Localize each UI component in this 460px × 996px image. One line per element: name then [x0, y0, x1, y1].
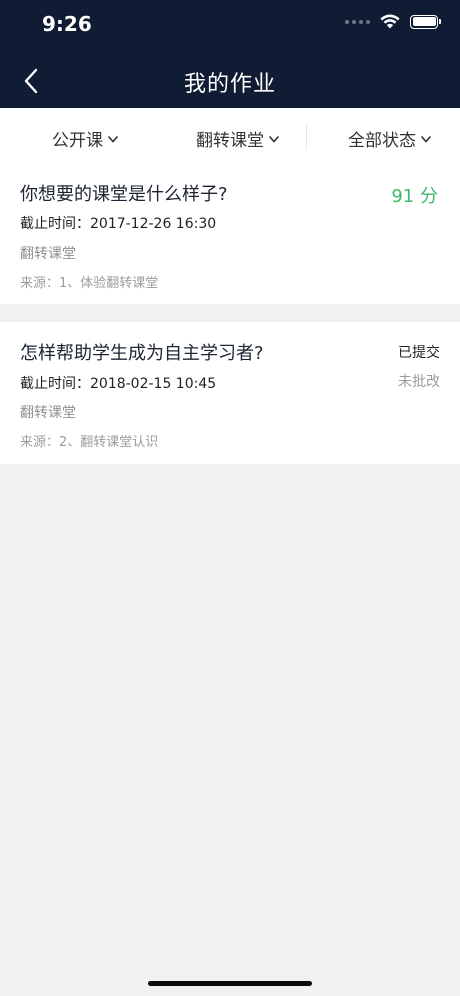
status-time: 9:26: [42, 12, 92, 36]
filter-label: 全部状态: [348, 131, 416, 151]
filter-course[interactable]: 翻转课堂: [196, 126, 280, 151]
battery-icon: [410, 14, 441, 29]
filter-status[interactable]: 全部状态: [348, 126, 432, 151]
assignment-card[interactable]: 你想要的课堂是什么样子? 91 分 截止时间：2017-12-26 16:30 …: [0, 166, 460, 304]
filter-course-type[interactable]: 公开课: [52, 126, 119, 151]
assignment-source: 来源：1、体验翻转课堂: [20, 276, 159, 291]
assignment-deadline: 截止时间：2018-02-15 10:45: [20, 376, 217, 392]
assignment-course: 翻转课堂: [20, 246, 76, 262]
filter-label: 公开课: [52, 131, 103, 151]
assignment-card[interactable]: 怎样帮助学生成为自主学习者? 已提交 未批改 截止时间：2018-02-15 1…: [0, 322, 460, 464]
score-badge: 91 分: [391, 186, 438, 207]
chevron-down-icon: [107, 135, 119, 143]
assignment-deadline: 截止时间：2017-12-26 16:30: [20, 216, 217, 232]
chevron-down-icon: [420, 135, 432, 143]
status-badge: 已提交: [398, 345, 440, 361]
filter-bar: 公开课 翻转课堂 全部状态: [0, 108, 460, 166]
assignment-title: 怎样帮助学生成为自主学习者?: [20, 343, 264, 364]
page-title: 我的作业: [183, 72, 276, 97]
filter-divider: [306, 124, 307, 150]
top-bar: 9:26 我的作业: [0, 0, 460, 108]
grading-status: 未批改: [398, 374, 440, 390]
assignment-course: 翻转课堂: [20, 405, 76, 421]
status-icons: [345, 14, 441, 29]
chevron-down-icon: [268, 135, 280, 143]
wifi-icon: [380, 14, 400, 29]
assignment-title: 你想要的课堂是什么样子?: [20, 184, 228, 205]
filter-label: 翻转课堂: [196, 131, 264, 151]
home-indicator: [148, 981, 312, 986]
assignment-source: 来源：2、翻转课堂认识: [20, 435, 159, 450]
signal-icon: [345, 19, 370, 24]
